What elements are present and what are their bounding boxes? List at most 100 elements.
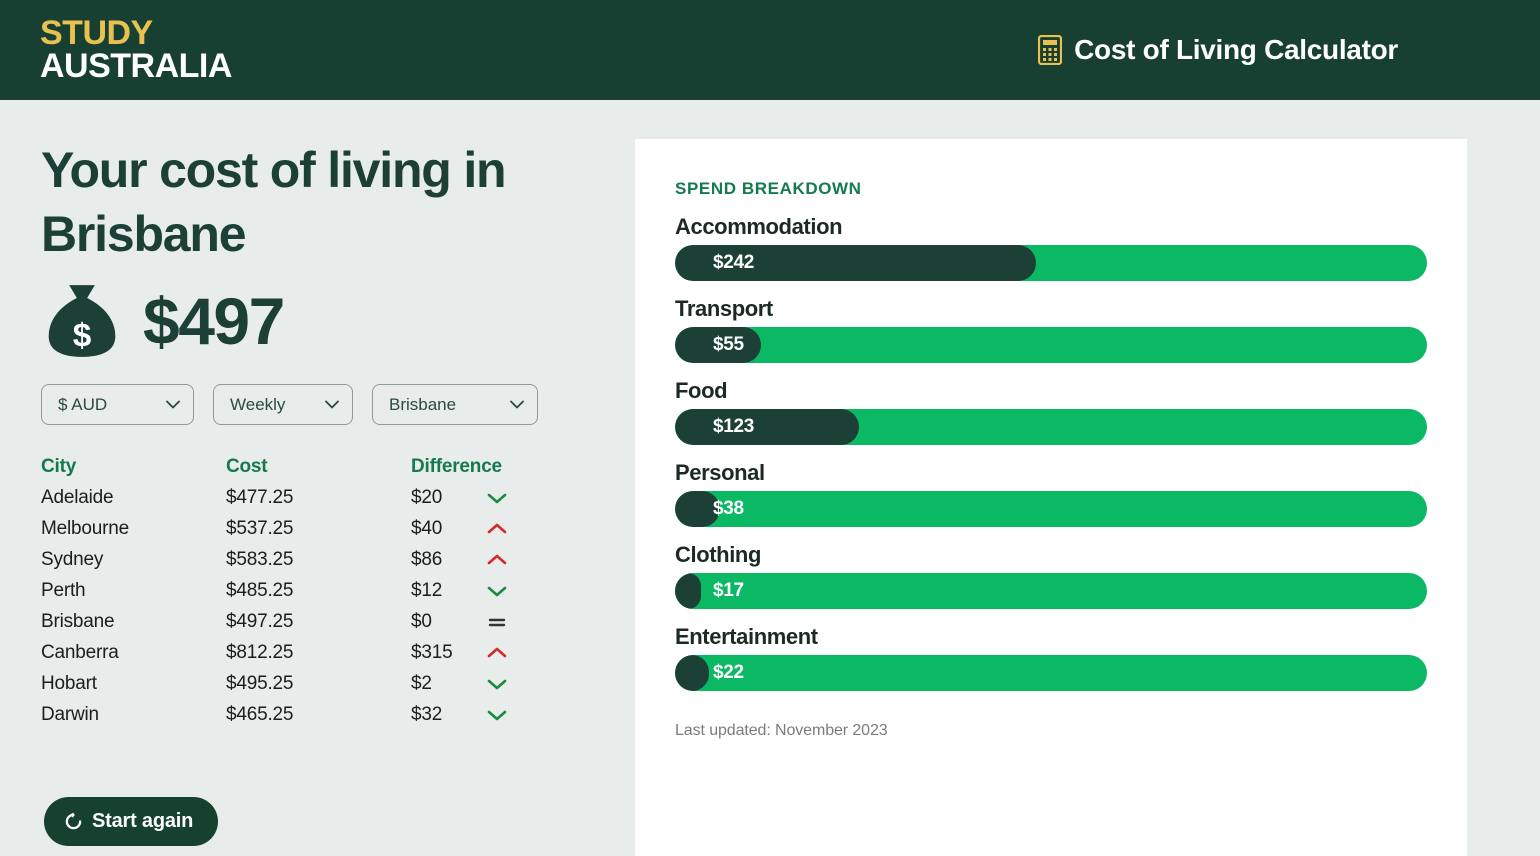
table-row: Darwin $465.25 $32 xyxy=(41,699,541,730)
cell-difference: $0 xyxy=(411,610,432,632)
calculator-controls: $ AUD Weekly Brisbane xyxy=(41,384,635,425)
cell-cost: $485.25 xyxy=(226,579,294,601)
study-australia-logo[interactable]: STUDY AUSTRALIA xyxy=(40,17,232,85)
spend-bar-fill xyxy=(675,655,709,691)
cell-city: Adelaide xyxy=(41,486,114,508)
city-select-wrapper: Brisbane xyxy=(372,384,538,425)
table-row: Perth $485.25 $12 xyxy=(41,575,541,606)
spend-bar-group: Accommodation $242 xyxy=(675,214,1427,281)
reset-icon xyxy=(64,812,83,831)
start-again-button[interactable]: Start again xyxy=(44,797,219,846)
results-panel: Your cost of living in Brisbane $ $497 $… xyxy=(0,100,635,856)
spend-bar-group: Food $123 xyxy=(675,378,1427,445)
spend-bar-track: $17 xyxy=(675,573,1427,609)
cell-difference: $2 xyxy=(411,672,432,694)
cell-difference: $86 xyxy=(411,548,443,570)
spend-category-label: Entertainment xyxy=(675,624,818,649)
city-select[interactable]: Brisbane xyxy=(372,384,538,425)
cell-cost: $583.25 xyxy=(226,548,294,570)
cell-city: Darwin xyxy=(41,703,99,725)
total-cost-row: $ $497 xyxy=(41,280,635,362)
page-title: Cost of Living Calculator xyxy=(1074,34,1398,65)
spend-category-label: Transport xyxy=(675,296,773,321)
cell-difference: $12 xyxy=(411,579,443,601)
cost-of-living-heading: Your cost of living in Brisbane xyxy=(41,142,507,262)
table-row: Hobart $495.25 $2 xyxy=(41,668,541,699)
spend-bar-value: $17 xyxy=(713,580,744,601)
header-title-group: Cost of Living Calculator xyxy=(1038,34,1398,66)
city-comparison-table: City Cost Difference Adelaide $477.25 $20 M… xyxy=(41,451,541,730)
table-row: Canberra $812.25 $315 xyxy=(41,637,541,668)
cell-difference: $40 xyxy=(411,517,443,539)
cell-city: Perth xyxy=(41,579,86,601)
spend-bar-track: $55 xyxy=(675,327,1427,363)
spend-bar-fill xyxy=(675,573,702,609)
last-updated-text: Last updated: November 2023 xyxy=(675,722,888,739)
cost-of-living-calculator-page: STUDY AUSTRALIA Cost of Living Calculato… xyxy=(0,0,1540,856)
cell-city: Hobart xyxy=(41,672,97,694)
trend-up-icon xyxy=(486,553,526,567)
cell-cost: $812.25 xyxy=(226,641,294,663)
trend-equal-icon xyxy=(486,615,526,629)
start-again-label: Start again xyxy=(92,810,194,832)
trend-down-icon xyxy=(486,677,526,691)
column-header-difference: Difference xyxy=(411,455,502,477)
table-row: Brisbane $497.25 $0 xyxy=(41,606,541,637)
spend-bar-value: $22 xyxy=(713,662,744,683)
table-row: Sydney $583.25 $86 xyxy=(41,544,541,575)
svg-text:$: $ xyxy=(73,318,92,355)
site-header: STUDY AUSTRALIA Cost of Living Calculato… xyxy=(0,0,1540,100)
spend-bar-group: Entertainment $22 xyxy=(675,624,1427,691)
cell-difference: $32 xyxy=(411,703,443,725)
frequency-select-wrapper: Weekly xyxy=(213,384,353,425)
spend-category-label: Clothing xyxy=(675,542,761,567)
cell-difference: $20 xyxy=(411,486,443,508)
spend-bar-group: Clothing $17 xyxy=(675,542,1427,609)
trend-down-icon xyxy=(486,491,526,505)
money-bag-icon: $ xyxy=(41,280,123,362)
spend-category-label: Personal xyxy=(675,460,765,485)
logo-line-australia: AUSTRALIA xyxy=(40,47,232,85)
cell-cost: $537.25 xyxy=(226,517,294,539)
spend-breakdown-card: SPEND BREAKDOWN Accommodation $242 Transpo… xyxy=(635,139,1467,856)
spend-bar-track: $38 xyxy=(675,491,1427,527)
spend-category-label: Accommodation xyxy=(675,214,843,239)
cell-city: Sydney xyxy=(41,548,104,570)
cell-cost: $495.25 xyxy=(226,672,294,694)
spend-bar-value: $55 xyxy=(713,334,744,355)
spend-bar-value: $123 xyxy=(713,416,755,437)
spend-bar-group: Personal $38 xyxy=(675,460,1427,527)
cell-difference: $315 xyxy=(411,641,453,663)
spend-breakdown-label: SPEND BREAKDOWN xyxy=(675,179,862,198)
cell-city: Melbourne xyxy=(41,517,129,539)
cell-cost: $477.25 xyxy=(226,486,294,508)
cell-cost: $465.25 xyxy=(226,703,294,725)
trend-down-icon xyxy=(486,584,526,598)
spend-bar-value: $38 xyxy=(713,498,744,519)
table-row: Melbourne $537.25 $40 xyxy=(41,513,541,544)
trend-up-icon xyxy=(486,522,526,536)
table-row: Adelaide $477.25 $20 xyxy=(41,482,541,513)
column-header-cost: Cost xyxy=(226,455,268,477)
spend-breakdown-bars: Accommodation $242 Transport $55 Food $123 Per… xyxy=(635,214,1467,691)
spend-bar-track: $22 xyxy=(675,655,1427,691)
column-header-city: City xyxy=(41,455,77,477)
total-cost-amount: $497 xyxy=(143,284,285,358)
spend-bar-group: Transport $55 xyxy=(675,296,1427,363)
trend-down-icon xyxy=(486,708,526,722)
spend-bar-track: $242 xyxy=(675,245,1427,281)
currency-select[interactable]: $ AUD xyxy=(41,384,194,425)
cell-city: Canberra xyxy=(41,641,119,663)
trend-up-icon xyxy=(486,646,526,660)
cell-cost: $497.25 xyxy=(226,610,294,632)
spend-bar-fill xyxy=(675,409,860,445)
spend-bar-value: $242 xyxy=(713,252,755,273)
spend-category-label: Food xyxy=(675,378,728,403)
cell-city: Brisbane xyxy=(41,610,115,632)
spend-bar-track: $123 xyxy=(675,409,1427,445)
table-header-row: City Cost Difference xyxy=(41,451,541,482)
calculator-icon xyxy=(1038,35,1063,65)
frequency-select[interactable]: Weekly xyxy=(213,384,353,425)
currency-select-wrapper: $ AUD xyxy=(41,384,194,425)
table-body: Adelaide $477.25 $20 Melbourne $537.25 $40 Syd… xyxy=(41,482,541,730)
